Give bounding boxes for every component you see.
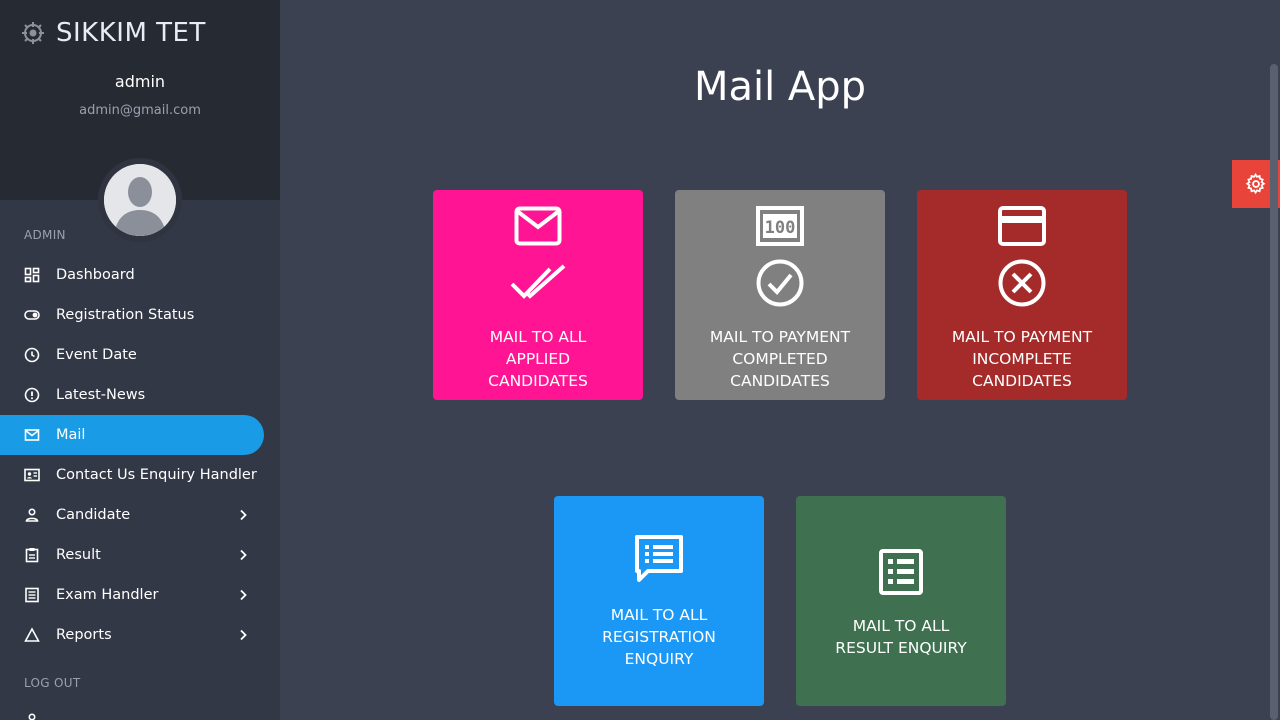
tile-mail-payment-completed[interactable]: 100 MAIL TO PAYMENT COMPLETED CANDIDATES bbox=[675, 190, 885, 400]
svg-text:100: 100 bbox=[765, 218, 796, 238]
toggle-icon bbox=[24, 310, 40, 320]
sidebar-item-label: Event Date bbox=[56, 347, 137, 363]
clipboard-icon bbox=[25, 548, 39, 563]
sidebar-item-contact-us-enquiry[interactable]: Contact Us Enquiry Handler bbox=[0, 455, 264, 495]
sidebar-item-label: Reports bbox=[56, 627, 112, 643]
sidebar-item-label: Candidate bbox=[56, 507, 131, 523]
user-name: admin bbox=[114, 72, 166, 91]
user-email: admin@gmail.com bbox=[79, 103, 201, 118]
list-icon bbox=[25, 587, 39, 603]
sidebar-item-label: Mail bbox=[56, 427, 86, 443]
tile-label: MAIL TO ALL RESULT ENQUIRY bbox=[835, 617, 967, 657]
person-silhouette-icon bbox=[104, 164, 176, 236]
chevron-right-icon bbox=[240, 549, 247, 561]
page-title: Mail App bbox=[693, 64, 867, 110]
tile-label: MAIL TO PAYMENT INCOMPLETE CANDIDATES bbox=[951, 328, 1093, 390]
contact-card-icon bbox=[24, 468, 40, 482]
sidebar-item-label: Exam Handler bbox=[56, 587, 159, 603]
sidebar-item-candidate[interactable]: Candidate bbox=[0, 495, 264, 535]
triangle-icon bbox=[24, 627, 40, 642]
chevron-right-icon bbox=[240, 629, 247, 641]
section-label-admin: ADMIN bbox=[24, 228, 66, 242]
sidebar-item-mail[interactable]: Mail bbox=[0, 415, 264, 455]
sidebar-item-label: Registration Status bbox=[56, 307, 195, 323]
tile-label: MAIL TO ALL APPLIED CANDIDATES bbox=[488, 328, 588, 390]
logout-icon[interactable] bbox=[24, 712, 40, 720]
section-label-logout: LOG OUT bbox=[24, 676, 81, 690]
sidebar-item-latest-news[interactable]: Latest-News bbox=[0, 375, 264, 415]
scrollbar[interactable] bbox=[1270, 64, 1278, 720]
tile-label: MAIL TO ALL REGISTRATION ENQUIRY bbox=[602, 606, 716, 668]
tile-mail-payment-incomplete[interactable]: MAIL TO PAYMENT INCOMPLETE CANDIDATES bbox=[917, 190, 1127, 400]
sidebar-item-label: Latest-News bbox=[56, 387, 146, 403]
counter-icon: 100 bbox=[756, 206, 804, 246]
sidebar-item-label: Dashboard bbox=[56, 267, 135, 283]
brand[interactable]: SIKKIM TET bbox=[20, 16, 206, 50]
sidebar-item-label: Result bbox=[56, 547, 101, 563]
avatar[interactable] bbox=[98, 158, 182, 242]
cancel-circle-icon bbox=[998, 259, 1046, 307]
credit-card-icon bbox=[998, 206, 1046, 246]
chevron-right-icon bbox=[240, 509, 247, 521]
person-icon bbox=[25, 508, 39, 522]
double-check-icon bbox=[510, 264, 566, 299]
mail-icon bbox=[514, 206, 562, 246]
tile-mail-all-applied[interactable]: MAIL TO ALL APPLIED CANDIDATES bbox=[433, 190, 643, 400]
dashboard-icon bbox=[24, 267, 40, 283]
chevron-right-icon bbox=[240, 589, 247, 601]
mail-icon bbox=[24, 429, 40, 441]
sidebar: SIKKIM TET admin admin@gmail.com ADMIN D… bbox=[0, 0, 280, 720]
avatar-image bbox=[104, 164, 176, 236]
tile-mail-result-enquiry[interactable]: MAIL TO ALL RESULT ENQUIRY bbox=[796, 496, 1006, 706]
sidebar-item-event-date[interactable]: Event Date bbox=[0, 335, 264, 375]
chat-list-icon bbox=[635, 535, 683, 582]
sidebar-item-exam-handler[interactable]: Exam Handler bbox=[0, 575, 264, 615]
clock-icon bbox=[24, 347, 40, 363]
sidebar-item-reports[interactable]: Reports bbox=[0, 615, 264, 655]
tile-label: MAIL TO PAYMENT COMPLETED CANDIDATES bbox=[709, 328, 851, 390]
document-list-icon bbox=[879, 549, 923, 595]
gear-icon bbox=[1245, 173, 1266, 195]
news-alert-icon bbox=[24, 387, 40, 403]
sidebar-item-registration-status[interactable]: Registration Status bbox=[0, 295, 264, 335]
tile-mail-registration-enquiry[interactable]: MAIL TO ALL REGISTRATION ENQUIRY bbox=[554, 496, 764, 706]
check-circle-icon bbox=[756, 259, 804, 307]
emblem-logo-icon bbox=[22, 22, 44, 44]
sidebar-item-dashboard[interactable]: Dashboard bbox=[0, 255, 264, 295]
sidebar-item-result[interactable]: Result bbox=[0, 535, 264, 575]
brand-title: SIKKIM TET bbox=[56, 18, 206, 48]
sidebar-item-label: Contact Us Enquiry Handler bbox=[56, 467, 257, 483]
